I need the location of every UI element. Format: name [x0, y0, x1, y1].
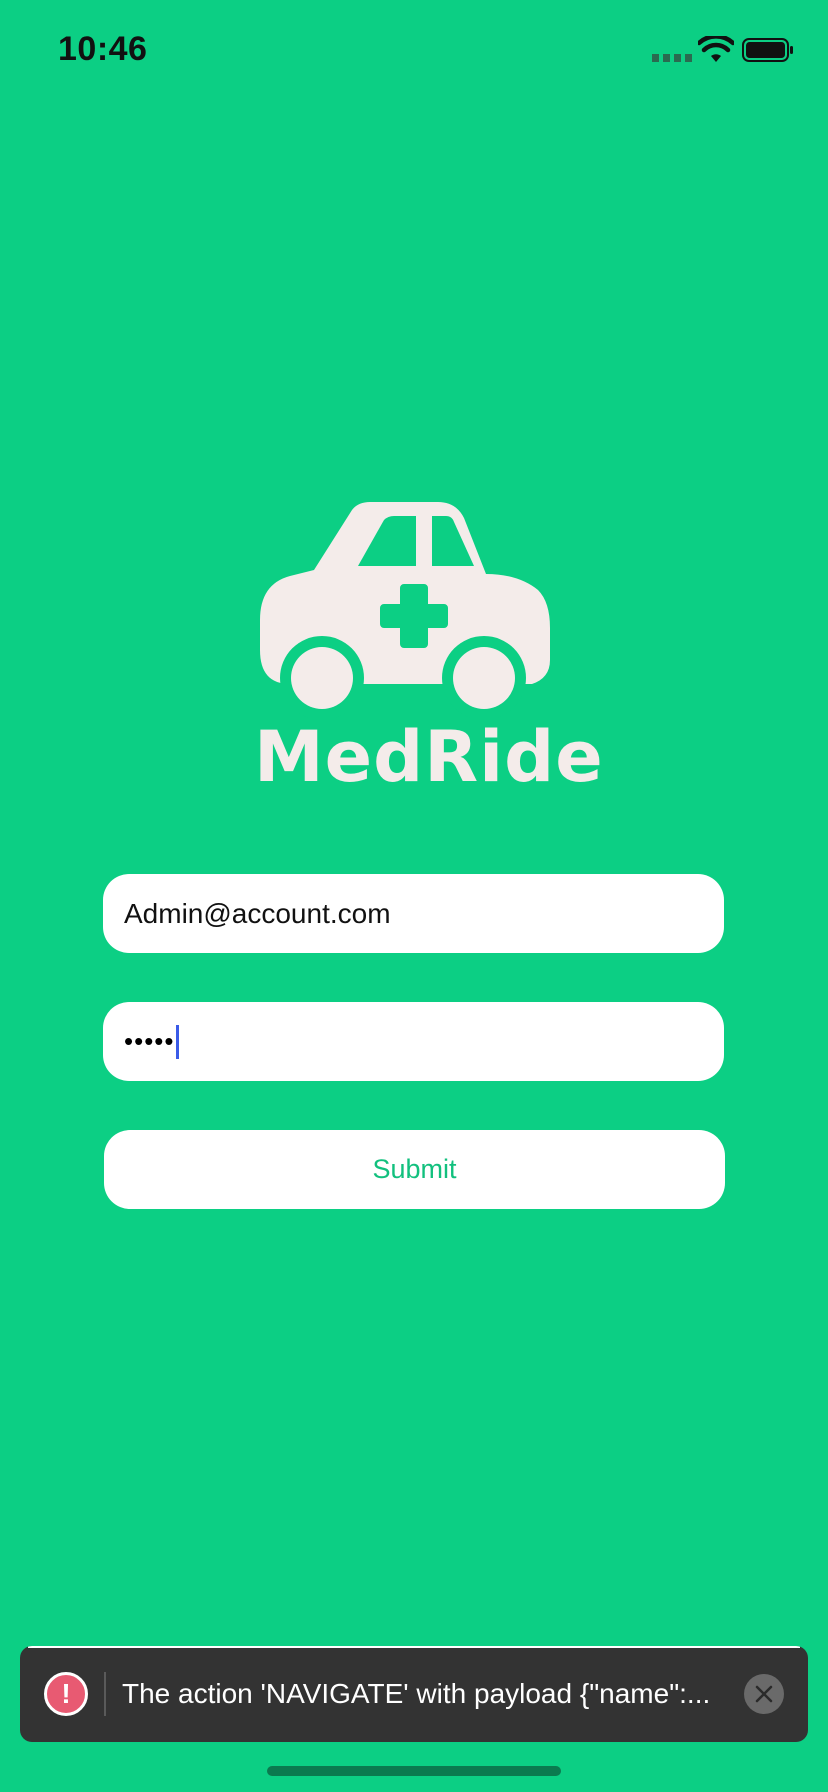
- password-field[interactable]: •••••: [103, 1002, 724, 1081]
- cellular-signal-icon: [652, 54, 692, 62]
- password-value: •••••: [124, 1026, 175, 1056]
- close-x-glyph: [755, 1685, 773, 1703]
- email-value: Admin@account.com: [124, 897, 391, 929]
- battery-icon: [742, 38, 793, 62]
- close-icon[interactable]: [744, 1674, 784, 1714]
- home-indicator[interactable]: [267, 1766, 561, 1776]
- error-icon: !: [44, 1672, 88, 1716]
- toast-message: The action 'NAVIGATE' with payload {"nam…: [122, 1678, 711, 1709]
- error-toast[interactable]: ! The action 'NAVIGATE' with payload {"n…: [20, 1646, 808, 1742]
- status-time: 10:46: [58, 30, 148, 68]
- logo-wordmark: MedRide: [254, 716, 604, 798]
- status-bar: 10:46: [0, 0, 828, 100]
- app-logo: MedRide: [254, 500, 604, 800]
- toast-divider: [104, 1672, 106, 1716]
- submit-label: Submit: [372, 1154, 457, 1184]
- text-cursor: [175, 1024, 179, 1059]
- ambulance-car-icon: [260, 502, 550, 718]
- email-field[interactable]: Admin@account.com: [103, 874, 724, 953]
- wifi-icon: [698, 36, 734, 62]
- submit-button[interactable]: Submit: [104, 1130, 725, 1209]
